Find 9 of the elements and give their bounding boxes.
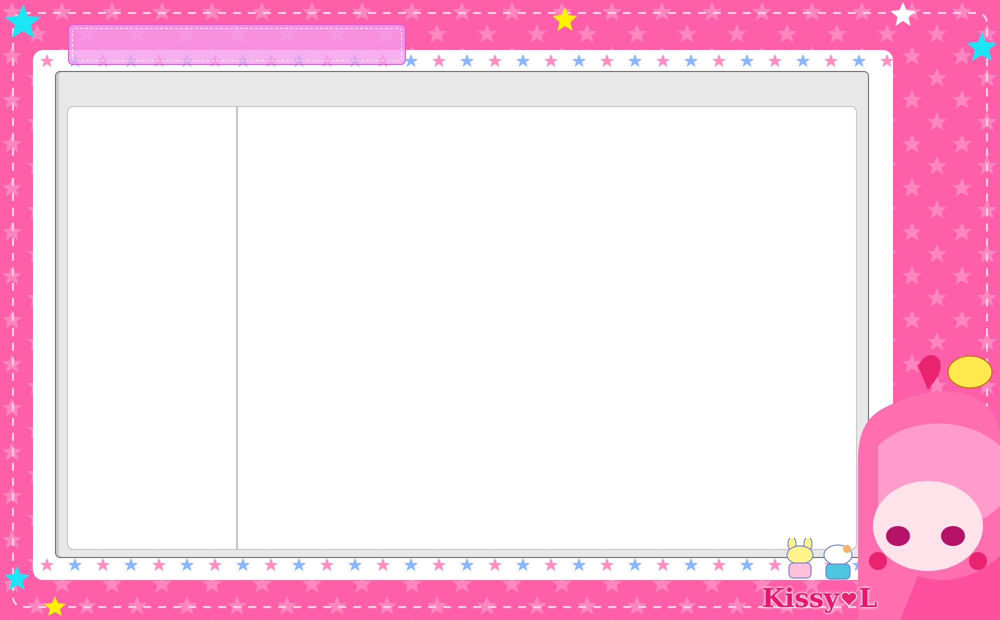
star-icon (4, 4, 42, 40)
star-icon (44, 596, 66, 616)
star-icon (890, 2, 916, 26)
logo-text: Kissy (762, 586, 839, 612)
star-icon (966, 32, 998, 62)
star-icon (552, 7, 578, 31)
logo-text: L (858, 586, 878, 612)
heart-icon (840, 591, 858, 607)
star-icon (4, 566, 30, 590)
